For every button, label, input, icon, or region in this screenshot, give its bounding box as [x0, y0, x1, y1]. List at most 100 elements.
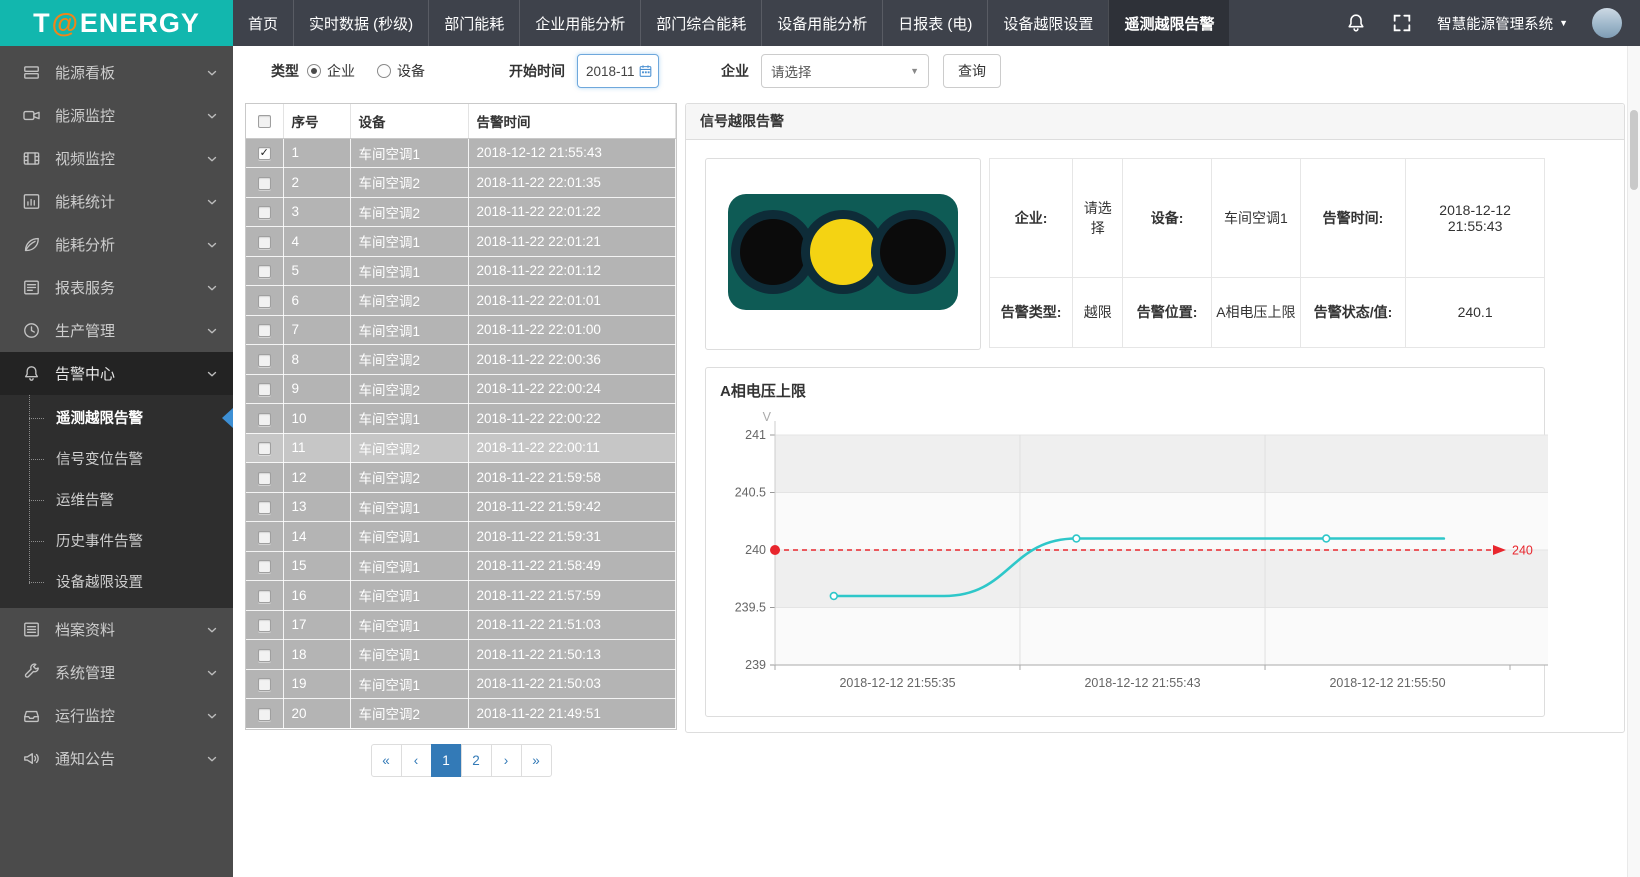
svg-text:241: 241 [745, 428, 766, 442]
calendar-icon[interactable] [638, 63, 653, 79]
nav-item-2[interactable]: 实时数据 (秒级) [293, 0, 428, 46]
sidebar-subitem[interactable]: 信号变位告警 [0, 438, 233, 479]
nav-item-5[interactable]: 部门综合能耗 [640, 0, 761, 46]
sidebar: 能源看板能源监控视频监控能耗统计能耗分析报表服务生产管理告警中心遥测越限告警信号… [0, 46, 233, 877]
table-row[interactable]: 7车间空调12018-11-22 22:01:00 [246, 315, 676, 345]
page-button-›[interactable]: › [491, 744, 522, 777]
nav-item-4[interactable]: 企业用能分析 [519, 0, 640, 46]
sidebar-group: 系统管理 [0, 651, 233, 694]
row-checkbox[interactable] [258, 442, 271, 455]
vertical-scrollbar[interactable] [1627, 46, 1640, 877]
column-header: 设备 [350, 104, 468, 138]
table-row[interactable]: 9车间空调22018-11-22 22:00:24 [246, 374, 676, 404]
row-checkbox[interactable] [258, 649, 271, 662]
table-row[interactable]: 16车间空调12018-11-22 21:57:59 [246, 581, 676, 611]
logo-text-t: T [33, 8, 51, 39]
table-row[interactable]: 3车间空调22018-11-22 22:01:22 [246, 197, 676, 227]
row-checkbox[interactable] [258, 472, 271, 485]
sidebar-item[interactable]: 能源监控 [0, 94, 233, 137]
nav-item-6[interactable]: 设备用能分析 [761, 0, 882, 46]
table-row[interactable]: 15车间空调12018-11-22 21:58:49 [246, 551, 676, 581]
table-row[interactable]: 20车间空调22018-11-22 21:49:51 [246, 699, 676, 729]
company-select[interactable]: 请选择 ▼ [761, 54, 929, 88]
select-all-checkbox[interactable] [258, 115, 271, 128]
cell-time: 2018-11-22 21:59:42 [468, 492, 676, 522]
bell-icon[interactable] [1345, 12, 1367, 34]
table-row[interactable]: 13车间空调12018-11-22 21:59:42 [246, 492, 676, 522]
row-checkbox[interactable] [258, 295, 271, 308]
sidebar-item[interactable]: 能耗统计 [0, 180, 233, 223]
chevron-down-icon [205, 195, 219, 209]
table-row[interactable]: 17车间空调12018-11-22 21:51:03 [246, 610, 676, 640]
row-checkbox[interactable] [258, 177, 271, 190]
table-row[interactable]: 6车间空调22018-11-22 22:01:01 [246, 286, 676, 316]
info-label: 告警时间: [1300, 159, 1405, 278]
sidebar-item[interactable]: 视频监控 [0, 137, 233, 180]
sidebar-subitem[interactable]: 设备越限设置 [0, 561, 233, 602]
query-button[interactable]: 查询 [943, 54, 1001, 88]
nav-item-3[interactable]: 部门能耗 [428, 0, 519, 46]
type-radio-企业[interactable]: 企业 [307, 61, 355, 81]
sidebar-item[interactable]: 告警中心 [0, 352, 233, 395]
row-checkbox[interactable] [258, 708, 271, 721]
table-row[interactable]: 8车间空调22018-11-22 22:00:36 [246, 345, 676, 375]
sidebar-item[interactable]: 能源看板 [0, 51, 233, 94]
row-checkbox[interactable] [258, 206, 271, 219]
row-checkbox[interactable] [258, 236, 271, 249]
fullscreen-icon[interactable] [1391, 12, 1413, 34]
row-checkbox[interactable] [258, 560, 271, 573]
scrollbar-thumb[interactable] [1630, 110, 1638, 190]
sidebar-item[interactable]: 能耗分析 [0, 223, 233, 266]
app-root: T@ENERGY 首页实时数据 (秒级)部门能耗企业用能分析部门综合能耗设备用能… [0, 0, 1640, 877]
sidebar-subitem[interactable]: 遥测越限告警 [0, 397, 233, 438]
table-row[interactable]: 2车间空调22018-11-22 22:01:35 [246, 168, 676, 198]
row-checkbox[interactable] [258, 413, 271, 426]
nav-item-7[interactable]: 日报表 (电) [882, 0, 987, 46]
row-checkbox[interactable] [258, 619, 271, 632]
table-row[interactable]: 14车间空调12018-11-22 21:59:31 [246, 522, 676, 552]
cell-no: 9 [283, 374, 350, 404]
row-checkbox[interactable] [258, 531, 271, 544]
radio-icon[interactable] [307, 64, 321, 78]
row-checkbox[interactable] [258, 354, 271, 367]
sidebar-item[interactable]: 系统管理 [0, 651, 233, 694]
table-row[interactable]: 5车间空调12018-11-22 22:01:12 [246, 256, 676, 286]
table-row[interactable]: 12车间空调22018-11-22 21:59:58 [246, 463, 676, 493]
nav-item-9[interactable]: 遥测越限告警 [1108, 0, 1229, 46]
row-checkbox[interactable] [258, 324, 271, 337]
type-radio-设备[interactable]: 设备 [377, 61, 425, 81]
row-checkbox[interactable]: ✓ [258, 147, 271, 160]
row-checkbox[interactable] [258, 265, 271, 278]
avatar[interactable] [1592, 8, 1622, 38]
sidebar-item[interactable]: 生产管理 [0, 309, 233, 352]
sidebar-item[interactable]: 运行监控 [0, 694, 233, 737]
table-row[interactable]: 4车间空调12018-11-22 22:01:21 [246, 227, 676, 257]
page-button-2[interactable]: 2 [461, 744, 492, 777]
sidebar-subitem[interactable]: 运维告警 [0, 479, 233, 520]
sidebar-item[interactable]: 报表服务 [0, 266, 233, 309]
row-checkbox[interactable] [258, 383, 271, 396]
sidebar-group: 能耗分析 [0, 223, 233, 266]
table-row[interactable]: 19车间空调12018-11-22 21:50:03 [246, 669, 676, 699]
info-value: A相电压上限 [1211, 277, 1300, 347]
sidebar-subitem[interactable]: 历史事件告警 [0, 520, 233, 561]
table-row[interactable]: ✓1车间空调12018-12-12 21:55:43 [246, 138, 676, 168]
alarm-table-wrap: 序号设备告警时间✓1车间空调12018-12-12 21:55:432车间空调2… [245, 103, 677, 730]
table-row[interactable]: 11车间空调22018-11-22 22:00:11 [246, 433, 676, 463]
row-checkbox[interactable] [258, 678, 271, 691]
page-button-»[interactable]: » [521, 744, 552, 777]
table-row[interactable]: 10车间空调12018-11-22 22:00:22 [246, 404, 676, 434]
nav-item-1[interactable]: 首页 [233, 0, 293, 46]
page-button-‹[interactable]: ‹ [401, 744, 432, 777]
sidebar-item[interactable]: 档案资料 [0, 608, 233, 651]
start-time-input[interactable] [586, 64, 638, 79]
radio-icon[interactable] [377, 64, 391, 78]
sidebar-item[interactable]: 通知公告 [0, 737, 233, 780]
table-row[interactable]: 18车间空调12018-11-22 21:50:13 [246, 640, 676, 670]
system-menu[interactable]: 智慧能源管理系统 ▼ [1437, 13, 1568, 34]
page-button-1[interactable]: 1 [431, 744, 462, 777]
nav-item-8[interactable]: 设备越限设置 [987, 0, 1108, 46]
row-checkbox[interactable] [258, 501, 271, 514]
row-checkbox[interactable] [258, 590, 271, 603]
page-button-«[interactable]: « [371, 744, 402, 777]
